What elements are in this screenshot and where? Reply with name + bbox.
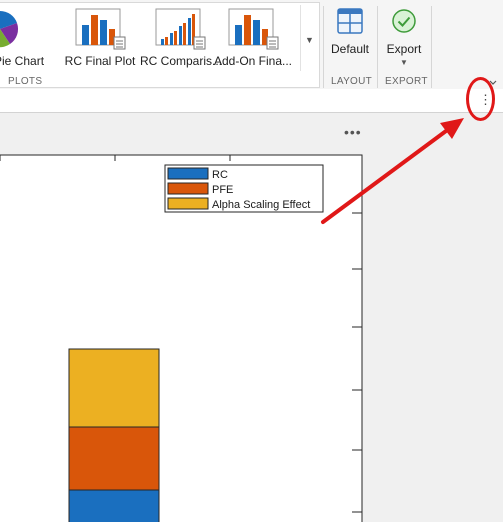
bar-segment-alpha-scaling-effect — [68, 348, 160, 428]
legend-swatch — [167, 167, 209, 180]
legend-swatch — [167, 182, 209, 195]
legend-label: PFE — [212, 184, 233, 196]
stacked-bar-chart: RC PFE Alpha Scaling Effect — [0, 154, 363, 522]
legend-label: RC — [212, 169, 228, 181]
legend: RC PFE Alpha Scaling Effect — [164, 164, 324, 213]
highlight-circle-annotation — [466, 77, 495, 121]
bar-segment-pfe — [68, 426, 160, 491]
legend-swatch — [167, 197, 209, 210]
legend-label: Alpha Scaling Effect — [212, 199, 310, 211]
bar-group — [68, 348, 160, 522]
bar-segment-rc — [68, 489, 160, 522]
